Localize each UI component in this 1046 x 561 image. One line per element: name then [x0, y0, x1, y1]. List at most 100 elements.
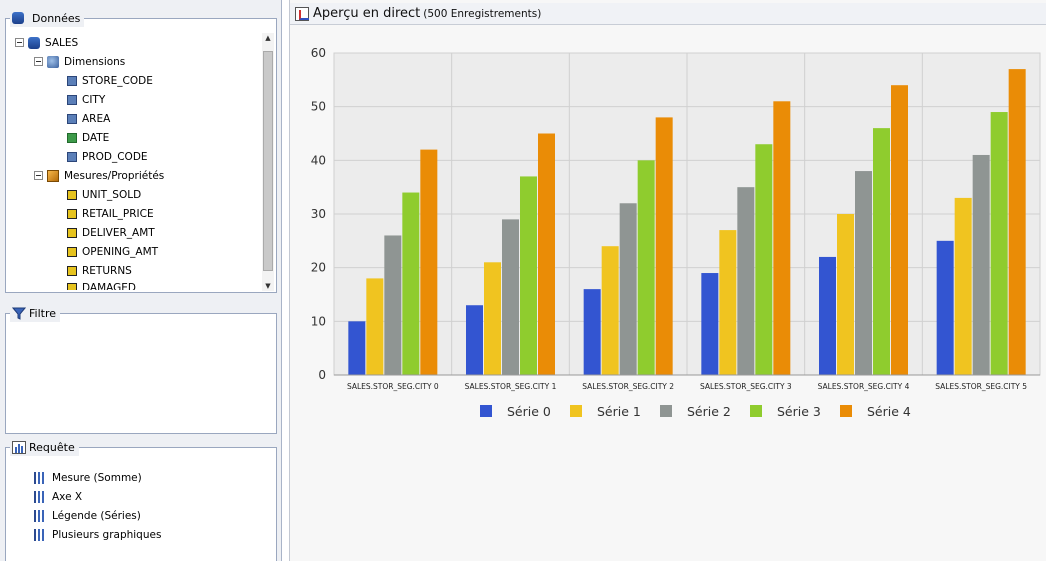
query-group-label: Requête [29, 440, 75, 454]
measure-field-icon [67, 189, 77, 200]
tree-item-prod-code[interactable]: PROD_CODE [67, 147, 148, 166]
tree-item-returns[interactable]: RETURNS [67, 261, 132, 280]
collapse-icon[interactable] [15, 38, 24, 47]
legend-label: Série 4 [867, 404, 911, 419]
bar-chart-icon [34, 509, 48, 522]
measure-field-icon [67, 227, 77, 238]
data-group-label: Données [32, 11, 81, 25]
bar[interactable] [520, 176, 537, 375]
bar[interactable] [936, 240, 954, 375]
bar[interactable] [420, 149, 438, 375]
x-tick-label: SALES.STOR_SEG.CITY 1 [465, 382, 557, 391]
dimension-field-icon [67, 151, 77, 162]
dimensions-icon [47, 55, 59, 68]
bar[interactable] [873, 128, 890, 375]
measure-field-icon [67, 265, 77, 276]
query-item-1[interactable]: Axe X [34, 487, 82, 506]
query-item-0[interactable]: Mesure (Somme) [34, 468, 142, 487]
query-item-2[interactable]: Légende (Séries) [34, 506, 141, 525]
bar[interactable] [719, 230, 737, 375]
bar[interactable] [502, 219, 519, 375]
bar-chart-icon [34, 490, 48, 503]
query-item-2-label: Légende (Séries) [52, 509, 141, 522]
tree-root[interactable]: SALES [15, 33, 78, 52]
collapse-icon[interactable] [34, 171, 43, 180]
tree-item-opening-amt[interactable]: OPENING_AMT [67, 242, 158, 261]
bar[interactable] [583, 289, 601, 375]
tree-scrollbar[interactable]: ▲ ▼ [262, 33, 274, 291]
tree-item-returns-label: RETURNS [82, 264, 132, 277]
bar-chart-icon [34, 528, 48, 541]
bar[interactable] [538, 133, 555, 376]
bar[interactable] [637, 160, 655, 375]
scroll-down-arrow-icon[interactable]: ▼ [262, 281, 274, 291]
tree-item-area-label: AREA [82, 112, 111, 125]
tree-dimensions[interactable]: Dimensions [34, 52, 125, 71]
bar[interactable] [855, 171, 872, 375]
tree-item-opening-amt-label: OPENING_AMT [82, 245, 159, 258]
measure-field-icon [67, 208, 77, 219]
dimension-field-icon [67, 113, 77, 124]
y-tick-label: 20 [311, 261, 326, 275]
scroll-thumb[interactable] [263, 51, 273, 271]
preview-icon [295, 6, 309, 21]
tree-item-unit-sold[interactable]: UNIT_SOLD [67, 185, 141, 204]
x-tick-label: SALES.STOR_SEG.CITY 5 [935, 382, 1027, 391]
y-tick-label: 10 [311, 314, 326, 328]
chart-icon [12, 440, 26, 454]
query-item-0-label: Mesure (Somme) [52, 471, 142, 484]
y-tick-label: 0 [318, 368, 326, 382]
database-icon [12, 12, 24, 24]
y-tick-label: 50 [311, 100, 326, 114]
measure-field-icon [67, 283, 77, 290]
bar[interactable] [954, 197, 972, 375]
bar[interactable] [484, 262, 501, 375]
left-panel: Données SALES Dimensions STORE_CODE CITY A… [0, 0, 282, 561]
tree-measures-label: Mesures/Propriétés [64, 169, 165, 182]
bar[interactable] [619, 203, 637, 375]
bar[interactable] [972, 154, 990, 375]
bar[interactable] [655, 117, 673, 376]
query-item-3[interactable]: Plusieurs graphiques [34, 525, 161, 544]
tree-item-date[interactable]: DATE [67, 128, 109, 147]
collapse-icon[interactable] [34, 57, 43, 66]
y-tick-label: 30 [311, 207, 326, 221]
tree-item-deliver-amt[interactable]: DELIVER_AMT [67, 223, 155, 242]
bar[interactable] [990, 112, 1008, 376]
cube-icon [28, 36, 40, 49]
tree-item-city[interactable]: CITY [67, 90, 105, 109]
bar[interactable] [1008, 69, 1026, 375]
bar[interactable] [384, 235, 402, 375]
tree-item-retail-price-label: RETAIL_PRICE [82, 207, 154, 220]
tree-item-area[interactable]: AREA [67, 109, 110, 128]
preview-panel: Aperçu en direct (500 Enregistrements) 0… [289, 0, 1046, 561]
bar[interactable] [837, 214, 854, 375]
bar[interactable] [601, 246, 619, 375]
tree-dimensions-label: Dimensions [64, 55, 126, 68]
bar[interactable] [466, 305, 483, 375]
bar[interactable] [737, 187, 755, 375]
date-field-icon [67, 132, 77, 143]
bar[interactable] [366, 278, 384, 375]
tree-item-retail-price[interactable]: RETAIL_PRICE [67, 204, 154, 223]
legend-label: Série 3 [777, 404, 821, 419]
bar-chart-icon [34, 471, 48, 484]
tree-item-damaged[interactable]: DAMAGED [67, 280, 136, 290]
tree-item-store-code[interactable]: STORE_CODE [67, 71, 153, 90]
legend-swatch [660, 405, 672, 417]
scroll-up-arrow-icon[interactable]: ▲ [262, 33, 274, 43]
y-tick-label: 60 [311, 46, 326, 60]
bar[interactable] [402, 192, 420, 375]
bar[interactable] [755, 144, 773, 375]
data-group: Données SALES Dimensions STORE_CODE CITY A… [5, 9, 277, 293]
bar[interactable] [348, 321, 366, 375]
bar[interactable] [819, 256, 836, 375]
bar[interactable] [701, 273, 719, 375]
bar[interactable] [891, 85, 908, 375]
bar[interactable] [773, 101, 791, 376]
filter-group[interactable]: Filtre [5, 304, 277, 434]
query-group-title: Requête [10, 438, 79, 456]
x-tick-label: SALES.STOR_SEG.CITY 3 [700, 382, 792, 391]
tree-measures[interactable]: Mesures/Propriétés [34, 166, 164, 185]
preview-subtitle: (500 Enregistrements) [423, 7, 542, 20]
